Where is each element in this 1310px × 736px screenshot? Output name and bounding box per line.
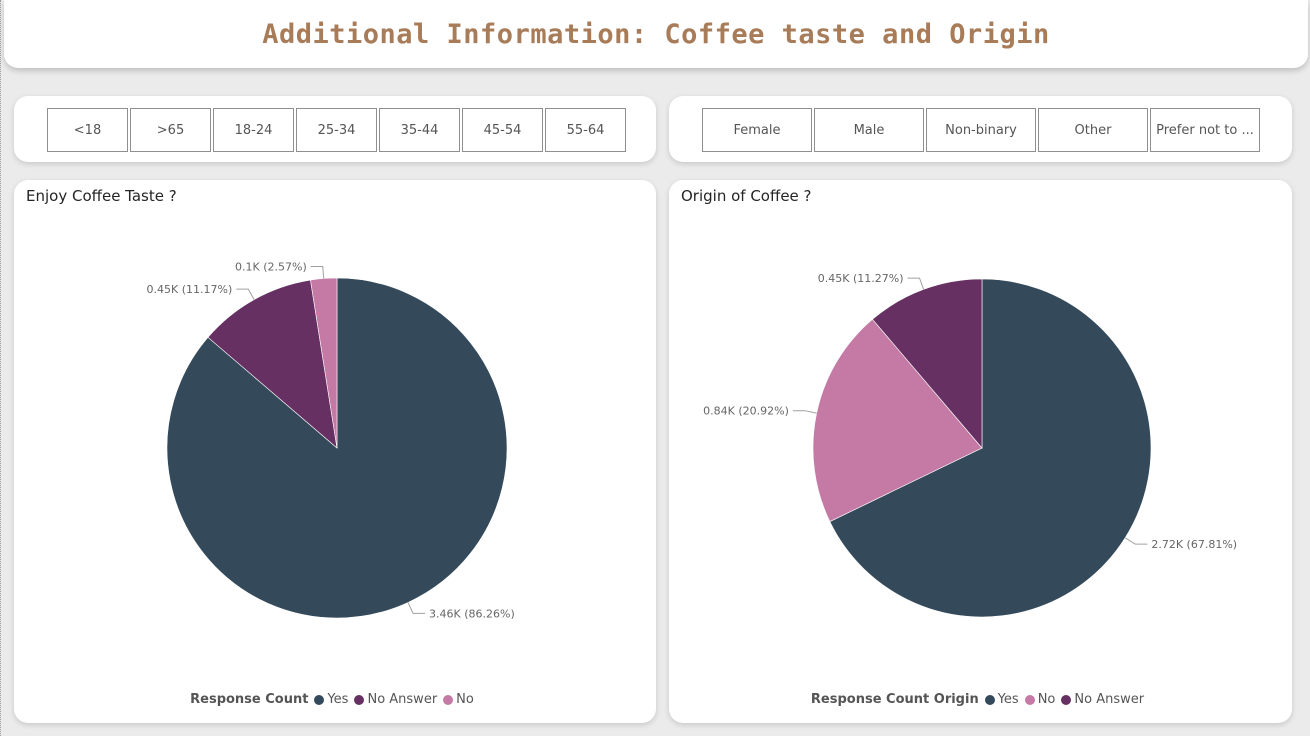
page-title: Additional Information: Coffee taste and…: [262, 18, 1050, 50]
origin-legend-title: Response Count Origin: [810, 692, 979, 707]
legend-dot-icon: [443, 694, 454, 705]
origin-leader-line-yes: [1124, 537, 1148, 545]
age-option-55-64[interactable]: 55-64: [545, 108, 626, 152]
enjoy-taste-legend: Response Count Yes No Answer No: [14, 692, 656, 707]
enjoy-taste-legend-item-yes[interactable]: Yes: [314, 692, 348, 707]
age-option-over-65[interactable]: >65: [130, 108, 211, 152]
origin-data-label-yes: 2.72K (67.81%): [1151, 538, 1237, 551]
age-option-25-34[interactable]: 25-34: [296, 108, 377, 152]
enjoy-taste-legend-title: Response Count: [190, 692, 309, 707]
legend-label: No: [1037, 692, 1056, 707]
gender-slicer-card: Female Male Non-binary Other Prefer not …: [669, 96, 1292, 162]
enjoy-taste-data-label-yes: 3.46K (86.26%): [429, 607, 515, 620]
origin-chart-card: Origin of Coffee ? 2.72K (67.81%) 0.84K (…: [669, 180, 1292, 723]
origin-legend-item-yes[interactable]: Yes: [984, 692, 1019, 707]
gender-option-other[interactable]: Other: [1038, 108, 1148, 152]
age-slicer: <18 >65 18-24 25-34 35-44 45-54 55-64: [47, 108, 628, 152]
origin-data-label-no: 0.84K (20.92%): [703, 405, 789, 418]
origin-leader-line-no: [792, 410, 817, 414]
left-border: [0, 0, 1, 736]
title-card: Additional Information: Coffee taste and…: [4, 0, 1308, 68]
gender-option-male[interactable]: Male: [814, 108, 924, 152]
enjoy-taste-legend-item-no-answer[interactable]: No Answer: [354, 692, 437, 707]
legend-dot-icon: [1061, 694, 1072, 705]
legend-label: No Answer: [367, 692, 438, 707]
gender-option-non-binary[interactable]: Non-binary: [926, 108, 1036, 152]
origin-legend-item-no[interactable]: No: [1024, 692, 1056, 707]
age-option-35-44[interactable]: 35-44: [379, 108, 460, 152]
legend-dot-icon: [1024, 694, 1035, 705]
age-option-18-24[interactable]: 18-24: [213, 108, 294, 152]
enjoy-taste-data-label-no: 0.1K (2.57%): [235, 261, 307, 274]
legend-dot-icon: [314, 694, 325, 705]
legend-label: Yes: [327, 692, 349, 707]
origin-legend-item-no-answer[interactable]: No Answer: [1061, 692, 1144, 707]
legend-label: No Answer: [1074, 692, 1145, 707]
gender-option-prefer-not-to-say[interactable]: Prefer not to ...: [1150, 108, 1260, 152]
origin-legend: Response Count Origin Yes No No Answer: [669, 692, 1292, 707]
enjoy-taste-leader-line-yes: [407, 602, 426, 614]
enjoy-taste-pie-chart: 3.46K (86.26%) 0.45K (11.17%)0.1K (2.57%): [147, 261, 515, 621]
legend-label: Yes: [997, 692, 1019, 707]
age-option-45-54[interactable]: 45-54: [462, 108, 543, 152]
gender-slicer: Female Male Non-binary Other Prefer not …: [702, 108, 1262, 152]
legend-label: No: [456, 692, 474, 707]
age-option-under-18[interactable]: <18: [47, 108, 128, 152]
origin-pie-chart: 2.72K (67.81%) 0.84K (20.92%) 0.45K (11.27…: [703, 272, 1237, 618]
legend-dot-icon: [354, 694, 365, 705]
age-slicer-card: <18 >65 18-24 25-34 35-44 45-54 55-64: [14, 96, 656, 162]
enjoy-taste-leader-line-no: [310, 266, 325, 279]
origin-leader-line-no-answer: [907, 277, 925, 290]
enjoy-taste-legend-item-no[interactable]: No: [443, 692, 474, 707]
gender-option-female[interactable]: Female: [702, 108, 812, 152]
origin-data-label-no-answer: 0.45K (11.27%): [818, 272, 904, 285]
legend-dot-icon: [984, 694, 995, 705]
enjoy-taste-data-label-no-answer: 0.45K (11.17%): [147, 283, 233, 296]
enjoy-taste-chart-card: Enjoy Coffee Taste ? 3.46K (86.26%) 0.45K…: [14, 180, 656, 723]
enjoy-taste-leader-line-no-answer: [236, 288, 255, 300]
